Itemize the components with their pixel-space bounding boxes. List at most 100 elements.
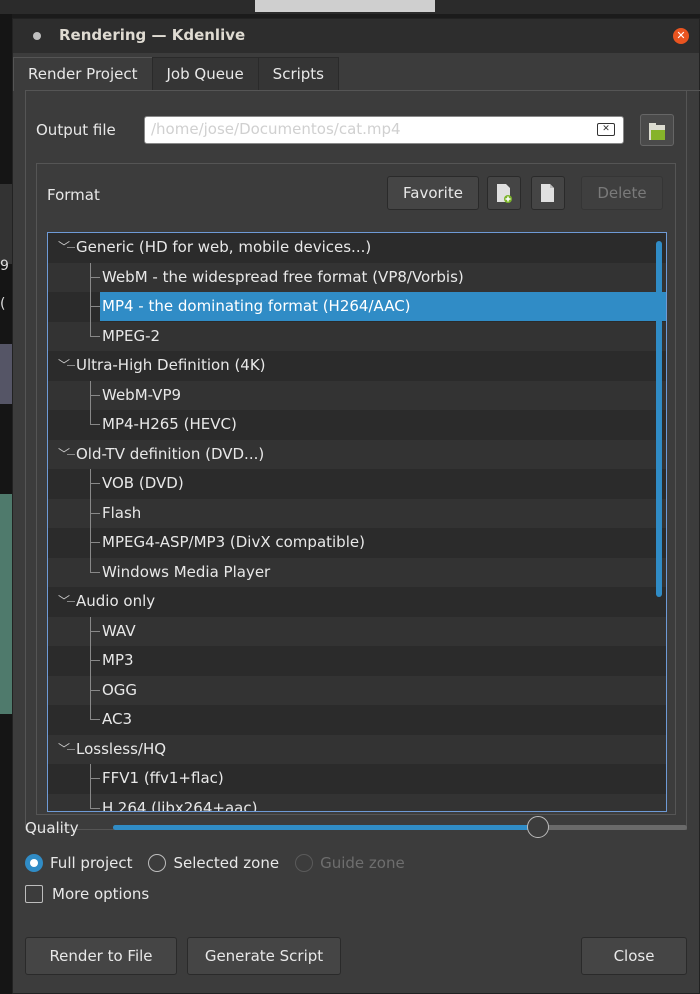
close-window-icon[interactable]: ✕ — [673, 28, 689, 44]
full-project-radio[interactable]: Full project — [25, 854, 132, 872]
tree-line — [67, 601, 75, 602]
radio-indicator — [25, 854, 43, 872]
format-profile-item[interactable]: AC3 — [48, 705, 666, 735]
tree-line — [90, 410, 91, 425]
new-profile-button[interactable] — [487, 176, 521, 210]
format-profile-label: MPEG-2 — [102, 326, 161, 345]
format-group: Format Favorite Delete ﹀ Generic (HD for … — [36, 163, 676, 815]
tree-line — [67, 247, 75, 248]
clear-icon[interactable]: ✕ — [597, 123, 615, 136]
tree-line — [90, 512, 100, 514]
tree-line — [90, 335, 100, 337]
format-category-label: Old-TV definition (DVD...) — [76, 444, 265, 463]
format-category-label: Ultra-High Definition (4K) — [76, 356, 266, 374]
format-category[interactable]: ﹀ Ultra-High Definition (4K) — [48, 351, 666, 381]
title-bar: Rendering — Kdenlive ✕ — [13, 19, 699, 53]
format-category[interactable]: ﹀ Lossless/HQ — [48, 734, 666, 764]
tree-line — [67, 453, 75, 455]
format-profile-label: H.264 (libx264+aac) — [102, 798, 258, 812]
format-profile-label: MP4-H265 (HEVC) — [102, 415, 237, 433]
tab-bar: Render Project Job Queue Scripts — [13, 57, 700, 91]
render-project-panel: Output file /home/jose/Documentos/cat.mp… — [25, 90, 687, 830]
format-tree-rows: ﹀ Generic (HD for web, mobile devices...)… — [48, 233, 666, 812]
rendering-dialog: Rendering — Kdenlive ✕ Render Project Jo… — [12, 18, 700, 994]
window-menu-icon[interactable] — [33, 32, 41, 40]
window-title: Rendering — Kdenlive — [59, 26, 246, 44]
tab-job-queue[interactable]: Job Queue — [151, 57, 259, 91]
delete-button[interactable]: Delete — [581, 176, 663, 210]
tree-line — [90, 276, 100, 278]
tree-scrollbar[interactable] — [656, 241, 662, 597]
background-window-bar — [255, 0, 435, 12]
format-category-label: Lossless/HQ — [76, 739, 167, 758]
format-tree[interactable]: ﹀ Generic (HD for web, mobile devices...)… — [47, 232, 667, 812]
tree-line — [90, 306, 100, 307]
format-profile-item[interactable]: WebM - the widespread free format (VP8/V… — [48, 262, 666, 292]
format-profile-label: MP3 — [102, 651, 134, 669]
generate-script-button[interactable]: Generate Script — [187, 937, 341, 975]
guide-zone-radio: Guide zone — [295, 854, 405, 872]
format-profile-item[interactable]: Windows Media Player — [48, 557, 666, 587]
output-file-value: /home/jose/Documentos/cat.mp4 — [151, 120, 401, 138]
format-label: Format — [47, 186, 100, 204]
checkbox-indicator — [25, 885, 43, 903]
tree-line — [90, 571, 100, 573]
folder-icon — [649, 123, 665, 140]
format-profile-label: WAV — [102, 621, 136, 640]
format-profile-item[interactable]: WAV — [48, 616, 666, 646]
background-block — [0, 494, 12, 714]
format-category[interactable]: ﹀ Audio only — [48, 587, 666, 617]
tree-line — [90, 557, 91, 573]
format-profile-item[interactable]: Flash — [48, 498, 666, 528]
more-options-checkbox[interactable]: More options — [25, 885, 149, 903]
format-profile-item[interactable]: MPEG4-ASP/MP3 (DivX compatible) — [48, 528, 666, 558]
tree-line — [90, 630, 100, 632]
tab-render-project[interactable]: Render Project — [13, 57, 153, 91]
format-profile-item[interactable]: H.264 (libx264+aac) — [48, 793, 666, 812]
format-profile-item[interactable]: WebM-VP9 — [48, 380, 666, 410]
selected-zone-label: Selected zone — [173, 854, 280, 872]
format-profile-item[interactable]: VOB (DVD) — [48, 469, 666, 499]
quality-slider[interactable] — [113, 816, 687, 838]
more-options-label: More options — [52, 885, 150, 903]
full-project-label: Full project — [50, 854, 133, 872]
quality-slider-handle[interactable] — [527, 816, 549, 838]
tree-line — [90, 321, 91, 337]
background-glyph: 9 — [0, 258, 9, 274]
tree-line — [90, 807, 100, 809]
format-profile-label: WebM-VP9 — [102, 385, 182, 404]
format-profile-item[interactable]: MP4-H265 (HEVC) — [48, 410, 666, 440]
tree-line — [90, 689, 100, 691]
guide-zone-label: Guide zone — [320, 854, 405, 872]
tree-line — [90, 705, 91, 720]
close-button[interactable]: Close — [581, 937, 687, 975]
tree-line — [67, 748, 75, 750]
format-profile-label: VOB (DVD) — [102, 474, 184, 492]
tab-scripts[interactable]: Scripts — [257, 57, 339, 91]
format-profile-item[interactable]: FFV1 (ffv1+flac) — [48, 764, 666, 794]
format-profile-item[interactable]: MP3 — [48, 646, 666, 676]
tree-line — [90, 719, 100, 720]
background-glyph: ( — [0, 296, 6, 312]
format-category[interactable]: ﹀ Generic (HD for web, mobile devices...) — [48, 233, 666, 263]
radio-indicator — [148, 854, 167, 872]
quality-slider-fill — [113, 825, 538, 830]
favorite-button[interactable]: Favorite — [387, 176, 479, 210]
tree-line — [90, 793, 91, 809]
tab-strip-filler — [338, 57, 700, 91]
tree-line — [90, 483, 100, 484]
format-profile-item[interactable]: OGG — [48, 675, 666, 705]
selected-zone-radio[interactable]: Selected zone — [148, 854, 279, 872]
format-profile-label: Flash — [102, 503, 142, 522]
format-profile-label: MP4 - the dominating format (H264/AAC) — [100, 292, 666, 321]
edit-profile-button[interactable] — [531, 176, 565, 210]
browse-folder-button[interactable] — [640, 114, 674, 146]
quality-label: Quality — [25, 819, 79, 837]
desktop-background-top — [0, 0, 700, 14]
render-to-file-button[interactable]: Render to File — [25, 937, 177, 975]
format-profile-item[interactable]: MPEG-2 — [48, 321, 666, 351]
format-profile-item[interactable]: MP4 - the dominating format (H264/AAC) — [48, 292, 666, 322]
format-category[interactable]: ﹀ Old-TV definition (DVD...) — [48, 439, 666, 469]
format-profile-label: Windows Media Player — [102, 562, 271, 581]
output-file-input[interactable]: /home/jose/Documentos/cat.mp4 ✕ — [144, 116, 624, 144]
